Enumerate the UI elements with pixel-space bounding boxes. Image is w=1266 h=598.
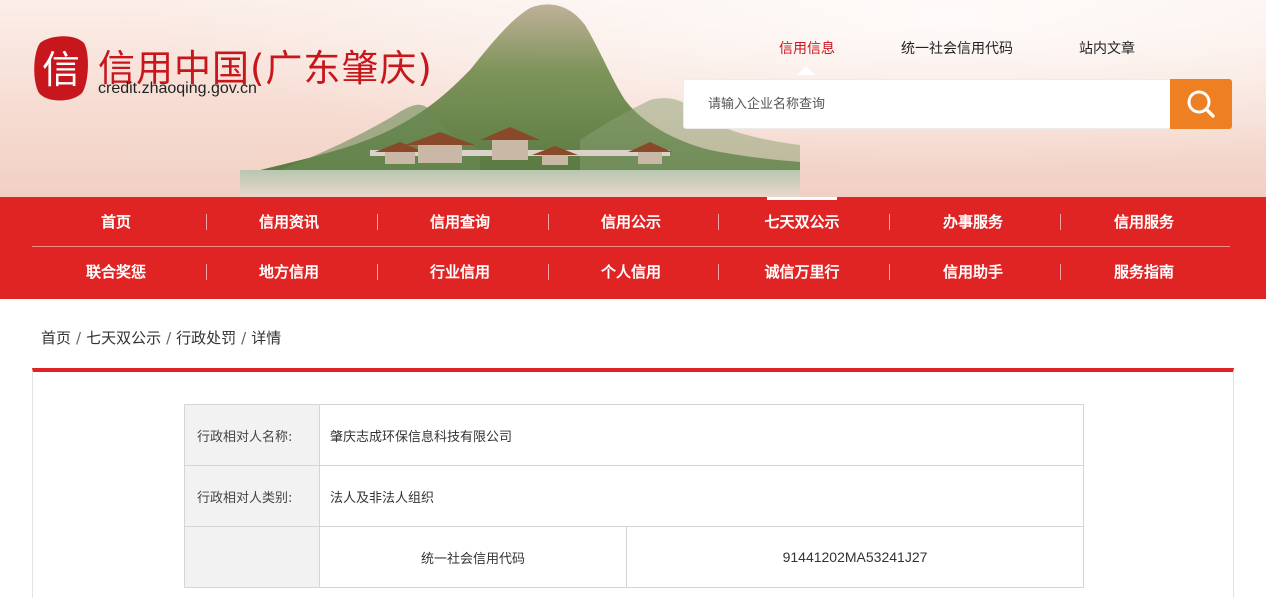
top-link-credit-code[interactable]: 统一社会信用代码 — [901, 38, 1013, 58]
detail-table: 行政相对人名称: 肇庆志成环保信息科技有限公司 行政相对人类别: 法人及非法人组… — [184, 404, 1084, 588]
breadcrumb-separator: / — [241, 329, 247, 347]
nav-row-1: 首页 信用资讯 信用查询 信用公示 七天双公示 办事服务 信用服务 — [32, 197, 1230, 247]
nav-divider — [889, 264, 890, 280]
nav-item-service-guide[interactable]: 服务指南 — [1069, 247, 1219, 297]
breadcrumb-admin-penalty[interactable]: 行政处罚 — [176, 327, 236, 348]
nav-divider — [548, 214, 549, 230]
nav-item-integrity-tour[interactable]: 诚信万里行 — [727, 247, 877, 297]
top-link-credit-info[interactable]: 信用信息 — [779, 38, 835, 58]
breadcrumb-home[interactable]: 首页 — [41, 327, 71, 348]
detail-panel: 行政相对人名称: 肇庆志成环保信息科技有限公司 行政相对人类别: 法人及非法人组… — [32, 368, 1234, 598]
nav-row-2: 联合奖惩 地方信用 行业信用 个人信用 诚信万里行 信用助手 服务指南 — [32, 247, 1230, 297]
nav-item-credit-publicity[interactable]: 信用公示 — [556, 197, 706, 247]
top-links: 信用信息 统一社会信用代码 站内文章 — [760, 38, 1180, 58]
breadcrumb-separator: / — [76, 329, 82, 347]
nav-divider — [1060, 264, 1061, 280]
nav-item-credit-query[interactable]: 信用查询 — [385, 197, 535, 247]
breadcrumb-separator: / — [166, 329, 172, 347]
logo-character: 信 — [42, 48, 80, 92]
party-type-label: 行政相对人类别: — [184, 465, 320, 527]
active-tab-caret — [797, 66, 815, 75]
nav-item-credit-news[interactable]: 信用资讯 — [214, 197, 364, 247]
breadcrumb-seven-day-publicity[interactable]: 七天双公示 — [86, 327, 161, 348]
nav-divider — [206, 264, 207, 280]
party-name-value: 肇庆志成环保信息科技有限公司 — [319, 404, 1084, 466]
breadcrumb-current: 详情 — [251, 329, 282, 347]
site-domain: credit.zhaoqing.gov.cn — [98, 80, 257, 97]
nav-item-seven-day-publicity[interactable]: 七天双公示 — [727, 197, 877, 247]
nav-divider — [548, 264, 549, 280]
nav-divider — [718, 214, 719, 230]
nav-divider — [206, 214, 207, 230]
table-row: 行政相对人类别: 法人及非法人组织 — [184, 465, 1084, 527]
nav-item-personal-credit[interactable]: 个人信用 — [556, 247, 706, 297]
nav-divider — [889, 214, 890, 230]
party-id-label — [184, 526, 320, 588]
main-nav: 首页 信用资讯 信用查询 信用公示 七天双公示 办事服务 信用服务 联合奖惩 地… — [0, 197, 1266, 299]
site-logo-icon[interactable]: 信 — [32, 33, 90, 103]
search-icon — [1187, 90, 1215, 118]
nav-divider — [1060, 214, 1061, 230]
nav-item-credit-assistant[interactable]: 信用助手 — [898, 247, 1048, 297]
nav-divider — [718, 264, 719, 280]
table-row: 行政相对人名称: 肇庆志成环保信息科技有限公司 — [184, 404, 1084, 466]
search-input[interactable] — [684, 80, 1171, 128]
nav-item-joint-rewards[interactable]: 联合奖惩 — [41, 247, 191, 297]
credit-code-value: 91441202MA53241J27 — [626, 526, 1084, 588]
nav-item-local-credit[interactable]: 地方信用 — [214, 247, 364, 297]
table-row: 统一社会信用代码 91441202MA53241J27 — [184, 526, 1084, 588]
party-name-label: 行政相对人名称: — [184, 404, 320, 466]
nav-item-credit-services[interactable]: 信用服务 — [1069, 197, 1219, 247]
party-type-value: 法人及非法人组织 — [319, 465, 1084, 527]
header-banner: 信 信用中国(广东肇庆) credit.zhaoqing.gov.cn 信用信息… — [0, 0, 1266, 197]
top-link-site-articles[interactable]: 站内文章 — [1079, 38, 1135, 58]
breadcrumb: 首页 / 七天双公示 / 行政处罚 / 详情 — [41, 327, 281, 348]
nav-item-home[interactable]: 首页 — [41, 197, 191, 247]
nav-divider — [377, 264, 378, 280]
search-button[interactable] — [1170, 79, 1232, 129]
search-box — [683, 79, 1232, 129]
nav-item-industry-credit[interactable]: 行业信用 — [385, 247, 535, 297]
nav-item-services[interactable]: 办事服务 — [898, 197, 1048, 247]
credit-code-label: 统一社会信用代码 — [319, 526, 627, 588]
nav-divider — [377, 214, 378, 230]
